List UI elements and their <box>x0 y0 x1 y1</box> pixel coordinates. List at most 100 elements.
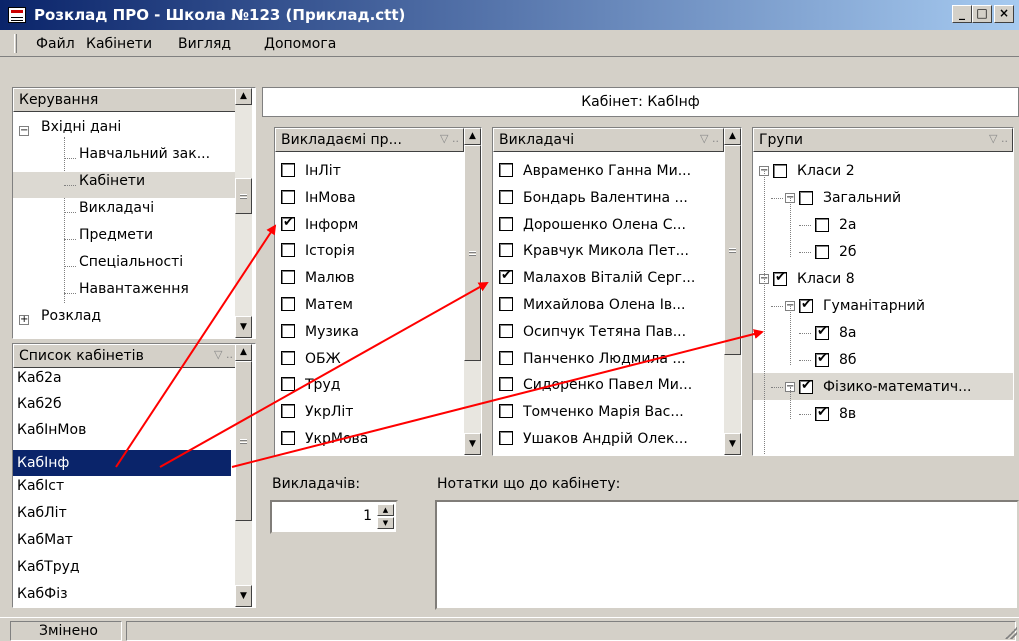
checkbox-unchecked[interactable] <box>499 163 513 177</box>
teachers-item-label[interactable]: Кравчук Микола Пет... <box>523 238 689 264</box>
tree-item-rooms[interactable]: Кабінети <box>79 173 145 199</box>
scroll-down-icon[interactable]: ▼ <box>724 433 741 455</box>
control-scrollbar[interactable]: ▲ ▼ <box>235 88 252 338</box>
subjects-item-label[interactable]: Музика <box>305 319 359 345</box>
filter-icon[interactable]: ▽ .. <box>700 132 719 145</box>
checkbox-unchecked[interactable] <box>281 189 295 204</box>
maximize-button[interactable]: □ <box>972 5 992 23</box>
filter-icon[interactable]: ▽ .. <box>440 132 459 145</box>
tree-item-schedule[interactable]: Розклад <box>41 308 101 334</box>
group-item-label[interactable]: 8а <box>839 320 857 346</box>
list-item[interactable]: Каб2а <box>17 370 62 396</box>
checkbox-checked[interactable] <box>815 351 829 367</box>
group-item-label[interactable]: Загальний <box>823 185 901 211</box>
tree-item-specialties[interactable]: Спеціальності <box>79 254 183 280</box>
checkbox-unchecked[interactable] <box>281 323 295 338</box>
checkbox-unchecked[interactable] <box>499 216 513 231</box>
close-button[interactable]: × <box>994 5 1014 23</box>
tree-item-teachers[interactable]: Викладачі <box>79 200 154 226</box>
filter-icon[interactable]: ▽ .. <box>214 348 233 361</box>
group-item-label[interactable]: 8б <box>839 347 857 373</box>
list-item[interactable]: Каб2б <box>17 396 62 422</box>
list-item[interactable]: КабМат <box>17 532 73 558</box>
tree-item-subjects[interactable]: Предмети <box>79 227 153 253</box>
checkbox-unchecked[interactable] <box>799 191 813 205</box>
teachers-item-label[interactable]: Авраменко Ганна Ми... <box>523 158 691 184</box>
rooms-scrollbar[interactable]: ▲ ▼ <box>235 344 252 607</box>
collapse-icon[interactable]: − <box>19 126 29 136</box>
checkbox-checked[interactable] <box>773 270 787 286</box>
checkbox-unchecked[interactable] <box>499 350 513 365</box>
checkbox-unchecked[interactable] <box>281 404 295 419</box>
scroll-up-icon[interactable]: ▲ <box>235 88 252 105</box>
menu-view[interactable]: Вигляд <box>178 36 231 52</box>
teachers-item-label[interactable]: Малахов Віталій Серг... <box>523 265 695 291</box>
teacher-count-stepper[interactable]: 1 ▲ ▼ <box>270 500 398 534</box>
checkbox-unchecked[interactable] <box>281 163 295 177</box>
subjects-item-label[interactable]: Інформ <box>305 212 358 238</box>
teachers-item-label[interactable]: Панченко Людмила ... <box>523 346 686 372</box>
checkbox-unchecked[interactable] <box>815 245 829 259</box>
group-item-label[interactable]: 2а <box>839 212 857 238</box>
checkbox-unchecked[interactable] <box>499 323 513 338</box>
group-item-label[interactable]: 8в <box>839 401 856 427</box>
teachers-item-label[interactable]: Михайлова Олена Ів... <box>523 292 685 318</box>
list-item[interactable]: КабІст <box>17 478 64 504</box>
subjects-scrollbar[interactable]: ▲ ▼ <box>464 128 481 455</box>
checkbox-checked[interactable] <box>799 378 813 394</box>
teachers-item-label[interactable]: Бондарь Валентина ... <box>523 185 688 211</box>
checkbox-checked[interactable] <box>815 324 829 340</box>
scroll-thumb[interactable] <box>235 178 252 214</box>
scroll-thumb[interactable] <box>464 145 481 361</box>
checkbox-unchecked[interactable] <box>281 431 295 445</box>
checkbox-unchecked[interactable] <box>773 164 787 178</box>
scroll-down-icon[interactable]: ▼ <box>464 433 481 455</box>
checkbox-checked[interactable] <box>815 405 829 421</box>
teachers-scrollbar[interactable]: ▲ ▼ <box>724 128 741 455</box>
subjects-item-label[interactable]: УкрМова <box>305 426 368 452</box>
expand-icon[interactable]: + <box>19 315 29 325</box>
checkbox-unchecked[interactable] <box>281 297 295 311</box>
scroll-thumb[interactable] <box>235 361 252 521</box>
group-item-label[interactable]: Фізико-математич... <box>823 374 971 400</box>
minimize-button[interactable]: _ <box>952 5 972 23</box>
list-item-selected[interactable]: КабІнф <box>13 450 231 476</box>
scroll-down-icon[interactable]: ▼ <box>235 585 252 607</box>
subjects-item-label[interactable]: Малюв <box>305 265 355 291</box>
scroll-up-icon[interactable]: ▲ <box>235 344 252 361</box>
group-item-label[interactable]: Класи 2 <box>797 158 855 184</box>
subjects-item-label[interactable]: Матем <box>305 292 353 318</box>
checkbox-unchecked[interactable] <box>815 218 829 232</box>
menu-help[interactable]: Допомога <box>264 36 336 52</box>
menu-rooms[interactable]: Кабінети <box>86 36 152 52</box>
group-item-label[interactable]: 2б <box>839 239 857 265</box>
teachers-item-label[interactable]: Осипчук Тетяна Пав... <box>523 319 686 345</box>
group-item-label[interactable]: Класи 8 <box>797 266 855 292</box>
scroll-down-icon[interactable]: ▼ <box>235 316 252 338</box>
list-item[interactable]: КабТруд <box>17 559 80 585</box>
subjects-item-label[interactable]: Труд <box>305 372 340 398</box>
decrement-icon[interactable]: ▼ <box>377 517 394 529</box>
checkbox-unchecked[interactable] <box>281 350 295 365</box>
checkbox-checked[interactable] <box>281 215 295 231</box>
tree-item-curriculum[interactable]: Навчальний зак... <box>79 146 210 172</box>
checkbox-unchecked[interactable] <box>499 189 513 204</box>
subjects-item-label[interactable]: ІнМова <box>305 185 356 211</box>
subjects-item-label[interactable]: ІнЛіт <box>305 158 341 184</box>
subjects-item-label[interactable]: Історія <box>305 238 355 264</box>
checkbox-unchecked[interactable] <box>499 243 513 258</box>
checkbox-unchecked[interactable] <box>499 377 513 392</box>
subjects-item-label[interactable]: УкрЛіт <box>305 399 353 425</box>
checkbox-unchecked[interactable] <box>499 404 513 419</box>
scroll-up-icon[interactable]: ▲ <box>724 128 741 145</box>
teachers-item-label[interactable]: Дорошенко Олена С... <box>523 212 686 238</box>
teachers-item-label[interactable]: Сидоренко Павел Ми... <box>523 372 692 398</box>
checkbox-checked[interactable] <box>799 297 813 313</box>
checkbox-checked[interactable] <box>499 268 513 285</box>
teachers-item-label[interactable]: Ушаков Андрій Олек... <box>523 426 688 452</box>
scroll-up-icon[interactable]: ▲ <box>464 128 481 145</box>
checkbox-unchecked[interactable] <box>281 243 295 258</box>
list-item[interactable]: КабЛіт <box>17 505 67 531</box>
teachers-item-label[interactable]: Томченко Марія Вас... <box>523 399 684 425</box>
group-item-label[interactable]: Гуманітарний <box>823 293 925 319</box>
